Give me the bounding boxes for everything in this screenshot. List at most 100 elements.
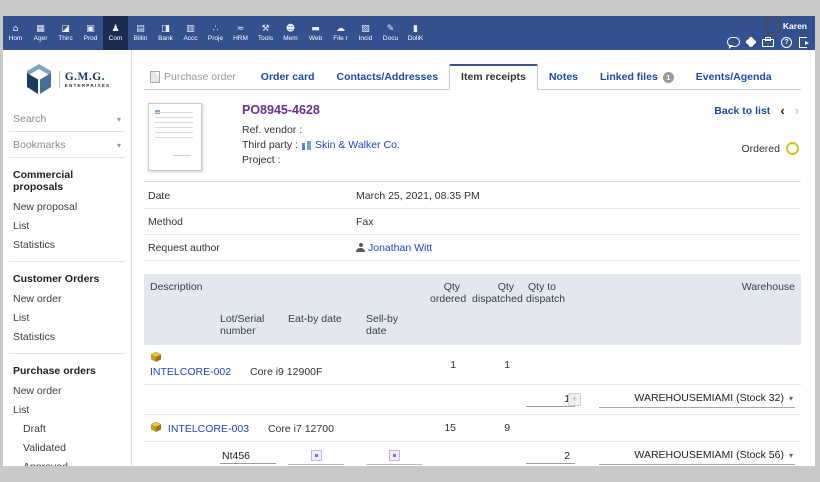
split-line-icon[interactable]: [568, 393, 581, 406]
comment-bubble-icon[interactable]: [727, 37, 740, 47]
company-logo: G.M.G. ENTERPRISES: [3, 62, 131, 96]
sidebar-item-purchase-order-list[interactable]: List: [3, 400, 131, 419]
menu-files[interactable]: ☁File r: [328, 16, 353, 50]
method-label: Method: [144, 209, 352, 235]
members-icon: ☻: [286, 24, 295, 34]
billing-icon: ▤: [136, 24, 145, 34]
agenda-icon: ▦: [36, 24, 45, 34]
order-banner: PO8945-4628 Ref. vendor : Third party : …: [144, 90, 801, 182]
chevron-down-icon: [789, 451, 793, 460]
menu-members[interactable]: ☻Mem: [278, 16, 303, 50]
sidebar-search-dropdown[interactable]: Search: [9, 106, 125, 132]
help-icon[interactable]: [781, 37, 792, 48]
user-menu[interactable]: Karen: [766, 18, 807, 33]
sidebar-item-proposal-statistics[interactable]: Statistics: [3, 235, 131, 254]
tab-notes[interactable]: Notes: [538, 66, 589, 89]
col-description: Description: [144, 274, 424, 309]
user-name: Karen: [783, 21, 807, 31]
accounting-icon: ▥: [186, 24, 195, 34]
app-window: ⌂Hom ▦Ager ◪Thirc ▣Prod ♟Com ▤Billin ◨Ba…: [3, 16, 815, 466]
documents-icon: ✎: [387, 24, 395, 34]
previous-record-icon[interactable]: ‹: [780, 103, 784, 118]
sidebar-item-new-customer-order[interactable]: New order: [3, 289, 131, 308]
sidebar-item-new-proposal[interactable]: New proposal: [3, 197, 131, 216]
logo-hexagon-icon: [24, 62, 54, 96]
calendar-icon[interactable]: [389, 450, 400, 461]
third-party-icon: [302, 141, 311, 150]
detail-row-date: Date March 25, 2021, 08.35 PM: [144, 183, 801, 209]
sidebar-bookmarks-dropdown[interactable]: Bookmarks: [9, 132, 125, 158]
tab-events-agenda[interactable]: Events/Agenda: [685, 66, 783, 89]
eat-by-date-input[interactable]: [288, 449, 344, 465]
sidebar-item-customer-order-statistics[interactable]: Statistics: [3, 327, 131, 346]
menu-home[interactable]: ⌂Hom: [3, 16, 28, 50]
order-details-table: Date March 25, 2021, 08.35 PM Method Fax…: [144, 183, 801, 261]
warehouse-select[interactable]: WAREHOUSEMIAMI (Stock 56): [599, 448, 795, 465]
home-icon: ⌂: [13, 24, 19, 34]
document-thumbnail[interactable]: [148, 103, 202, 171]
col-sell-by-date: Sell-by date: [360, 309, 424, 345]
logo-subtitle: ENTERPRISES: [65, 83, 111, 88]
third-party-link[interactable]: Skin & Walker Co.: [315, 139, 400, 151]
product-cube-icon: [150, 351, 162, 363]
product-row: INTELCORE-002 Core i9 12900F 1 1: [144, 345, 801, 385]
section-customer-orders: Customer Orders: [3, 262, 131, 289]
qty-ordered-value: 15: [424, 415, 466, 442]
commerce-icon: ♟: [111, 24, 119, 34]
sidebar-item-new-purchase-order[interactable]: New order: [3, 381, 131, 400]
menu-tools[interactable]: ⚒Tools: [253, 16, 278, 50]
bug-report-icon[interactable]: [747, 38, 755, 46]
menu-documents[interactable]: ✎Docu: [378, 16, 403, 50]
purchase-order-icon: [150, 71, 160, 83]
user-icon: [356, 243, 365, 252]
main-content: Purchase order Order card Contacts/Addre…: [132, 50, 815, 466]
status-ordered-icon: [786, 142, 799, 155]
sidebar-item-approved[interactable]: Approved: [3, 457, 131, 466]
sidebar-item-draft[interactable]: Draft: [3, 419, 131, 438]
chevron-down-icon: [117, 141, 121, 150]
menu-third-parties[interactable]: ◪Thirc: [53, 16, 78, 50]
lot-serial-input[interactable]: [220, 449, 276, 464]
menu-projects[interactable]: ∴Proje: [203, 16, 228, 50]
product-ref-link[interactable]: INTELCORE-003: [168, 423, 249, 435]
sidebar-item-validated[interactable]: Validated: [3, 438, 131, 457]
detail-row-method: Method Fax: [144, 209, 801, 235]
table-header-row: Description Qty ordered Qty dispatched Q…: [144, 274, 801, 309]
tab-order-card[interactable]: Order card: [250, 66, 326, 89]
back-to-list-link[interactable]: Back to list: [714, 105, 770, 117]
request-author-link[interactable]: Jonathan Witt: [368, 242, 432, 254]
product-row: INTELCORE-003 Core i7 12700 15 9: [144, 415, 801, 442]
chevron-down-icon: [789, 394, 793, 403]
search-label: Search: [13, 113, 46, 125]
tab-linked-files[interactable]: Linked files 1: [589, 66, 685, 89]
products-icon: ▣: [86, 24, 95, 34]
print-icon[interactable]: [762, 39, 774, 47]
sidebar-item-proposal-list[interactable]: List: [3, 216, 131, 235]
menu-incidents[interactable]: ▧Incid: [353, 16, 378, 50]
menu-products[interactable]: ▣Prod: [78, 16, 103, 50]
menu-bank[interactable]: ◨Bank: [153, 16, 178, 50]
sell-by-date-input[interactable]: [366, 449, 422, 465]
menu-agenda[interactable]: ▦Ager: [28, 16, 53, 50]
detail-row-request-author: Request author Jonathan Witt: [144, 235, 801, 261]
menu-dolikart[interactable]: ▮DoliK: [403, 16, 428, 50]
logout-icon[interactable]: [799, 37, 807, 48]
col-lot-serial: Lot/Serial number: [214, 309, 282, 345]
col-qty-to-dispatch: Qty to dispatch: [520, 274, 562, 309]
menu-hrm[interactable]: ≈HRM: [228, 16, 253, 50]
calendar-icon[interactable]: [311, 450, 322, 461]
bookmarks-label: Bookmarks: [13, 139, 66, 151]
website-icon: ▬: [311, 24, 320, 34]
next-record-icon: ›: [795, 103, 799, 118]
product-label: Core i7 12700: [268, 423, 334, 435]
tab-contacts-addresses[interactable]: Contacts/Addresses: [326, 66, 450, 89]
warehouse-select[interactable]: WAREHOUSEMIAMI (Stock 32): [599, 391, 795, 408]
product-ref-link[interactable]: INTELCORE-002: [150, 366, 231, 378]
menu-website[interactable]: ▬Web: [303, 16, 328, 50]
tab-item-receipts[interactable]: Item receipts: [449, 64, 538, 90]
sidebar-item-customer-order-list[interactable]: List: [3, 308, 131, 327]
menu-billing[interactable]: ▤Billin: [128, 16, 153, 50]
qty-to-dispatch-input[interactable]: [526, 449, 575, 464]
menu-commerce[interactable]: ♟Com: [103, 16, 128, 50]
menu-accounting[interactable]: ▥Accc: [178, 16, 203, 50]
